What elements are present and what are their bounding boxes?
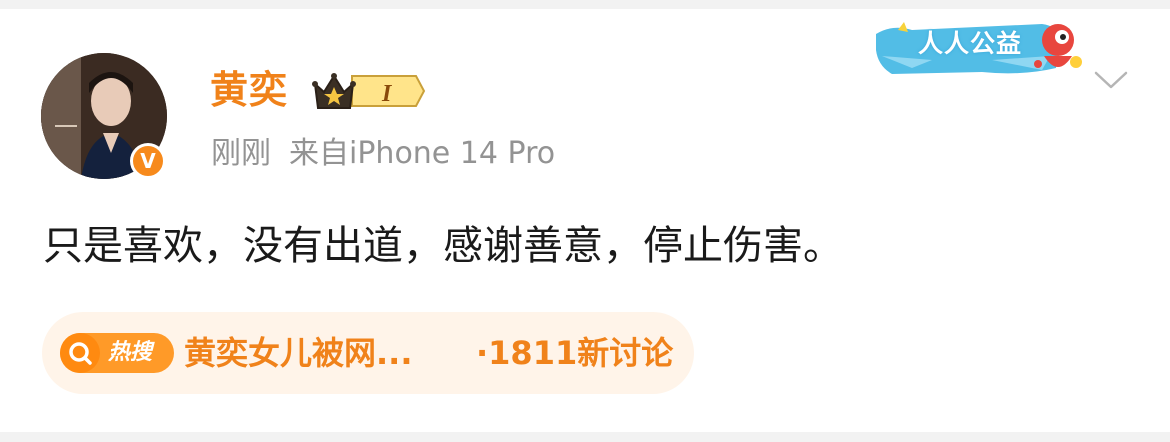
post-meta: 刚刚 来自iPhone 14 Pro [211, 134, 555, 174]
hot-search-topic[interactable]: 黄奕女儿被网... [184, 332, 412, 374]
crown-icon [312, 73, 356, 109]
verified-v-icon: V [130, 143, 166, 179]
hot-search-discussion-count: ·1811新讨论 [476, 334, 674, 372]
post-content: 只是喜欢，没有出道，感谢善意，停止伤害。 [43, 223, 843, 269]
top-divider [0, 0, 1170, 9]
chevron-down-icon[interactable] [1094, 70, 1128, 90]
hot-search-tag: 热搜 [60, 333, 174, 373]
vip-badge[interactable]: I [312, 70, 426, 112]
hot-search-tag-label: 热搜 [108, 340, 153, 365]
bottom-divider [0, 432, 1170, 442]
post-source: 来自iPhone 14 Pro [289, 136, 556, 171]
charity-label: 人人公益 [918, 29, 1023, 58]
weibo-post-card: V 黄奕 I 刚刚 来自iPhone 14 Pro 人人公益 只是喜欢，没有出道… [0, 0, 1170, 442]
author-name[interactable]: 黄奕 [210, 66, 288, 114]
vip-level: I [381, 81, 393, 107]
post-time: 刚刚 [211, 136, 271, 171]
search-icon [60, 333, 100, 373]
